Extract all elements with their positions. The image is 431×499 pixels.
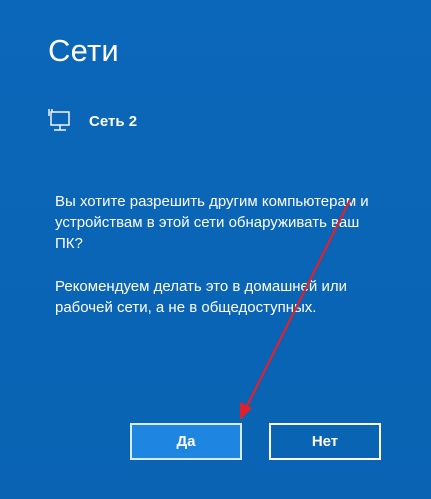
wired-network-icon: [48, 109, 70, 131]
yes-button[interactable]: Да: [130, 423, 242, 460]
recommendation-text: Рекомендуем делать это в домашней или ра…: [55, 278, 347, 316]
network-discovery-panel: Сети Сеть 2 Вы хотите разрешить другим к…: [0, 0, 431, 499]
question-text: Вы хотите разрешить другим компьютерам и…: [55, 193, 369, 252]
no-button[interactable]: Нет: [269, 423, 381, 460]
discovery-prompt: Вы хотите разрешить другим компьютерам и…: [55, 191, 375, 340]
panel-title: Сети: [48, 33, 119, 68]
network-entry: Сеть 2: [48, 108, 137, 134]
network-name: Сеть 2: [89, 112, 138, 130]
